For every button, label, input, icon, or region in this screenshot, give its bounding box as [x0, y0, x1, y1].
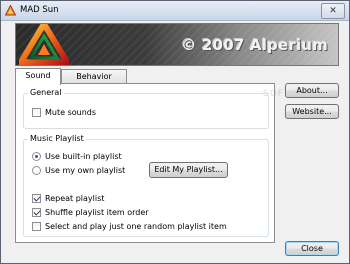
random-item-row[interactable]: Select and play just one random playlist… [32, 222, 227, 231]
title-bar[interactable]: MAD Sun ✕ [1, 1, 349, 21]
music-playlist-group: Music Playlist Use built-in playlist Use… [23, 134, 269, 237]
use-builtin-playlist-radio[interactable] [32, 152, 41, 161]
random-item-checkbox[interactable] [32, 222, 41, 231]
tab-behavior[interactable]: Behavior [61, 69, 127, 84]
edit-my-playlist-button[interactable]: Edit My Playlist... [149, 162, 228, 178]
random-item-label: Select and play just one random playlist… [45, 222, 227, 231]
app-icon [5, 5, 16, 16]
use-builtin-playlist-label: Use built-in playlist [45, 152, 122, 161]
general-group-legend: General [28, 88, 64, 97]
about-button[interactable]: About... [285, 83, 339, 98]
general-group: General Mute sounds [23, 88, 269, 129]
tab-sound[interactable]: Sound [15, 68, 61, 85]
repeat-playlist-label: Repeat playlist [45, 194, 105, 203]
repeat-playlist-row[interactable]: Repeat playlist [32, 194, 104, 203]
shuffle-playlist-row[interactable]: Shuffle playlist item order [32, 208, 149, 217]
close-button[interactable]: Close [285, 241, 339, 256]
use-own-playlist-radio[interactable] [32, 166, 41, 175]
use-builtin-playlist-row[interactable]: Use built-in playlist [32, 152, 122, 161]
website-button[interactable]: Website... [285, 104, 339, 119]
window-close-button[interactable]: ✕ [321, 3, 345, 19]
dialog-window: MAD Sun ✕ © 2007 Alperium Sound Behavior… [0, 0, 350, 264]
shuffle-playlist-checkbox[interactable] [32, 208, 41, 217]
header-banner: © 2007 Alperium [15, 23, 339, 66]
shuffle-playlist-label: Shuffle playlist item order [45, 208, 149, 217]
banner-copyright: © 2007 Alperium [181, 36, 328, 54]
window-title: MAD Sun [20, 5, 59, 15]
mute-sounds-checkbox[interactable] [32, 108, 41, 117]
use-own-playlist-row[interactable]: Use my own playlist [32, 166, 125, 175]
music-playlist-legend: Music Playlist [28, 134, 86, 143]
repeat-playlist-checkbox[interactable] [32, 194, 41, 203]
tab-panel-sound: General Mute sounds Music Playlist Use b… [15, 83, 275, 243]
triangle-logo-icon [19, 24, 69, 65]
mute-sounds-row[interactable]: Mute sounds [32, 108, 96, 117]
mute-sounds-label: Mute sounds [45, 108, 97, 117]
use-own-playlist-label: Use my own playlist [45, 166, 126, 175]
